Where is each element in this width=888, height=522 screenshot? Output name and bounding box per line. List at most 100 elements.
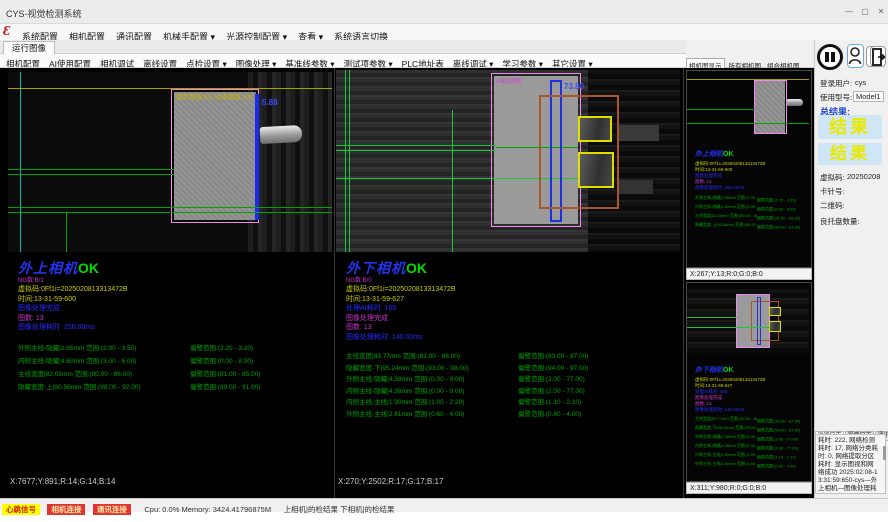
result-box-lower: 结果: [818, 143, 882, 165]
measure-line: [66, 212, 67, 252]
measurement-row: 隐藏宽度-下|95.24mm 范围:(93.00 - 98.00)偏警范围:(9…: [346, 363, 588, 375]
thumbnail-lower-camera[interactable]: 外下相机OK 虚拟码:0Ff1i=2025020813313472B 时间:13…: [686, 282, 812, 482]
toolbar-item[interactable]: 图像处理 ▾: [236, 58, 277, 68]
measure-bar: [255, 94, 259, 220]
log-scrollbar[interactable]: [883, 446, 886, 460]
exit-button[interactable]: [870, 46, 886, 67]
login-label: 登录用户:: [820, 78, 852, 89]
window-title: CYS-视觉检测系统: [6, 7, 82, 20]
toolbar-item[interactable]: 点检设置 ▾: [186, 58, 227, 68]
mini-measurement-row: 内侧主线-主线|1.90mm 范围:(1.00 - 2.20)偏警范围:(1.1…: [695, 452, 800, 461]
toolbar-item[interactable]: 离线调试 ▾: [453, 58, 494, 68]
measurement-row: 外侧主线-主线|2.61mm 范围:(0.60 - 4.00)偏警范围:(0.6…: [346, 409, 588, 421]
cursor-coords-lower: X:270;Y:2502;R:17;G:17;B:17: [338, 477, 443, 486]
detection-roi-box: [754, 80, 787, 134]
title-bar: CYS-视觉检测系统 — ▢ ✕: [0, 0, 888, 24]
threshold-overlay: 固定阈值:93, 动态阈值:100: [176, 91, 253, 101]
camera-status: OK: [406, 260, 427, 276]
user-button[interactable]: [847, 44, 864, 68]
vcode-label: 虚拟码:: [820, 172, 845, 183]
app-logo-icon: Ɛ: [3, 25, 19, 39]
measure-line: [336, 150, 496, 151]
minimize-icon[interactable]: —: [842, 6, 856, 18]
tab-row: [0, 40, 686, 54]
measurement-row: 主线宽度|82.05mm 范围:(80.00 - 86.00)偏警范围:(81.…: [18, 368, 260, 381]
toolbar-item[interactable]: AI使用配置: [49, 58, 91, 68]
toolbar-item[interactable]: 基准线参数 ▾: [285, 58, 334, 68]
exit-icon: [872, 48, 885, 66]
proc-time-line: 图像处理耗时: 140.00ms: [346, 333, 588, 343]
cursor-coords-upper: X:7677;Y:891;R:14;G:14;B:14: [10, 477, 115, 486]
pause-button[interactable]: [817, 44, 843, 70]
measurement-row: 内侧主线-隐藏|4.60mm 范围:(3.00 - 6.00)偏警范围:(0.0…: [18, 355, 260, 368]
camera-title: 外下相机: [346, 262, 406, 277]
toolbar-item[interactable]: 离线设置: [143, 58, 177, 68]
toolbar-item[interactable]: 其它设置 ▾: [552, 58, 593, 68]
user-icon: [848, 45, 862, 66]
overlay-vertical-line: [20, 72, 21, 252]
camera-view-lower[interactable]: AI检测框 73.80: [336, 70, 680, 252]
pin-number-label: 卡针号:: [820, 186, 845, 197]
panel-divider: [683, 68, 684, 498]
login-value: cys: [855, 78, 866, 87]
measure-line: [336, 145, 496, 146]
connector-pin: [260, 125, 303, 144]
barcode-line: 虚拟码:0Ff1i=2025020813313472B: [18, 285, 260, 295]
log-output[interactable]: 耗时: 222, 网络检测耗时: 17, 网络分类耗时: 0, 网络提取分区耗时…: [815, 434, 886, 494]
measure-line: [349, 70, 350, 252]
measure-line: [687, 123, 809, 124]
ai-time-line: 处理AI耗时: 166: [346, 304, 588, 314]
proc-time-line: 图像处理耗时: 256.00ms: [18, 323, 260, 333]
measure-line: [452, 110, 453, 252]
terminal-roi-box: [578, 152, 614, 188]
pause-icon: [831, 52, 835, 62]
vcode-value: 20250208: [847, 172, 880, 181]
measure-value: 73.80: [564, 82, 584, 91]
panel-divider: [334, 68, 335, 498]
tab-run-image[interactable]: 运行图像: [3, 41, 55, 54]
measure-line: [8, 174, 174, 175]
measure-line: [687, 317, 737, 318]
toolbar-item[interactable]: 学习参数 ▾: [502, 58, 543, 68]
measure-line: [8, 212, 332, 213]
thumbnail-upper-camera[interactable]: 外上相机OK 虚拟码:0Ff1i=2025020813313472B 时间:13…: [686, 70, 812, 268]
status-bar: 心跳信号 相机连接 通讯连接 Cpu: 0.0% Memory: 3424.41…: [0, 498, 888, 512]
toolbar-item[interactable]: PLC地址表: [402, 58, 444, 68]
mini-result-text: 外上相机OK 虚拟码:0Ff1i=2025020813313472B 时间:13…: [695, 143, 800, 231]
machine-detail: [619, 180, 653, 194]
machine-background: [248, 72, 332, 252]
measurement-row: 内侧主线-主线|1.90mm 范围:(1.00 - 2.20)偏警范围:(1.1…: [346, 397, 588, 409]
maximize-icon[interactable]: ▢: [858, 6, 872, 18]
thumbnail-upper-coords: X:267;Y:13;R:0;G:0;B:0: [686, 268, 812, 280]
mini-measurement-row: 隐藏宽度-下|95.24mm 范围:(93.00 - 98.00)偏警范围:(9…: [695, 425, 800, 434]
ng-count: NG数:B/0: [346, 278, 588, 285]
pause-icon: [825, 52, 829, 62]
measure-line: [687, 327, 771, 328]
app-window: CYS-视觉检测系统 — ▢ ✕ Ɛ 系统配置相机配置通讯配置机械手配置 ▾光源…: [0, 0, 888, 522]
toolbar-item[interactable]: 相机调试: [100, 58, 134, 68]
mini-measurement-row: 主线宽度|82.05mm 范围:(80.00 - 86.00)偏警范围:(81.…: [695, 213, 800, 222]
done-line: 图像处理完成: [18, 304, 260, 314]
camera-link-badge: 相机连接: [47, 504, 85, 515]
measure-line: [687, 109, 755, 110]
toolbar-item[interactable]: 测试项参数 ▾: [344, 58, 393, 68]
mini-measurement-row: 外侧主线-主线|2.61mm 范围:(0.60 - 4.00)偏警范围:(0.6…: [695, 461, 800, 470]
result-box-upper: 结果: [818, 115, 882, 139]
frames-line: 图数: 13: [346, 323, 588, 333]
measure-line: [8, 207, 332, 208]
overlay-yellow-line: [687, 79, 809, 80]
measurement-rows: 外侧主线-隐藏|2.95mm 范围:(2.00 - 3.50)偏警范围:(2.2…: [18, 342, 260, 394]
camera-title: 外上相机: [18, 262, 78, 277]
toolbar: 相机配置 AI使用配置相机调试离线设置点检设置 ▾ 图像处理 ▾ 基准线参数 ▾ 测试项…: [0, 54, 686, 68]
toolbar-item[interactable]: 相机配置: [6, 58, 40, 68]
qr-code-label: 二维码:: [820, 200, 845, 211]
result-block-lower: 外下相机OK NG数:B/0 虚拟码:0Ff1i=202502081331347…: [346, 260, 588, 420]
model-select[interactable]: Model1: [853, 91, 884, 102]
mini-measurement-row: 外侧主线-隐藏|4.38mm 范围:(0.00 - 9.00)偏警范围:(2.0…: [695, 434, 800, 443]
camera-view-upper[interactable]: 固定阈值:93, 动态阈值:100 5.88: [8, 72, 332, 252]
done-line: 图像处理完成: [346, 314, 588, 324]
close-icon[interactable]: ✕: [874, 6, 888, 18]
model-label: 使用型号:: [820, 92, 852, 103]
detection-roi-box: [171, 89, 259, 223]
time-line: 时间:13-31-59-600: [18, 295, 260, 305]
